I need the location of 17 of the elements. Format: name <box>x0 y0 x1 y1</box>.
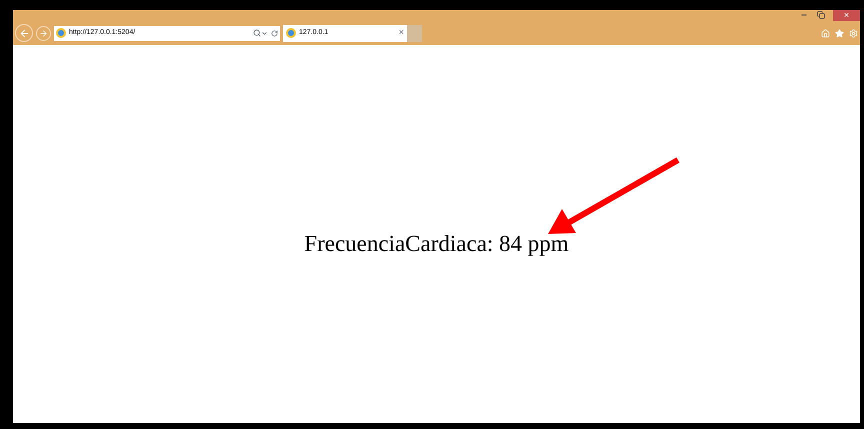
forward-arrow-icon <box>39 28 48 38</box>
new-tab-button[interactable] <box>407 24 422 42</box>
back-arrow-icon <box>18 28 30 38</box>
settings-icon[interactable] <box>849 28 858 38</box>
browser-logo-icon <box>286 28 296 38</box>
dropdown-icon[interactable] <box>261 30 268 36</box>
forward-button[interactable] <box>36 26 51 40</box>
browser-logo-icon <box>56 28 66 38</box>
close-button[interactable]: × <box>833 10 860 21</box>
back-button[interactable] <box>15 24 33 42</box>
star-icon[interactable] <box>835 28 844 38</box>
search-icon[interactable] <box>253 29 261 37</box>
refresh-icon[interactable] <box>271 30 278 36</box>
home-icon[interactable] <box>821 28 830 38</box>
tab-close-button[interactable]: × <box>398 26 404 40</box>
heart-rate-reading: FrecuenciaCardiaca: 84 ppm <box>304 230 569 258</box>
restore-icon[interactable] <box>817 11 825 19</box>
